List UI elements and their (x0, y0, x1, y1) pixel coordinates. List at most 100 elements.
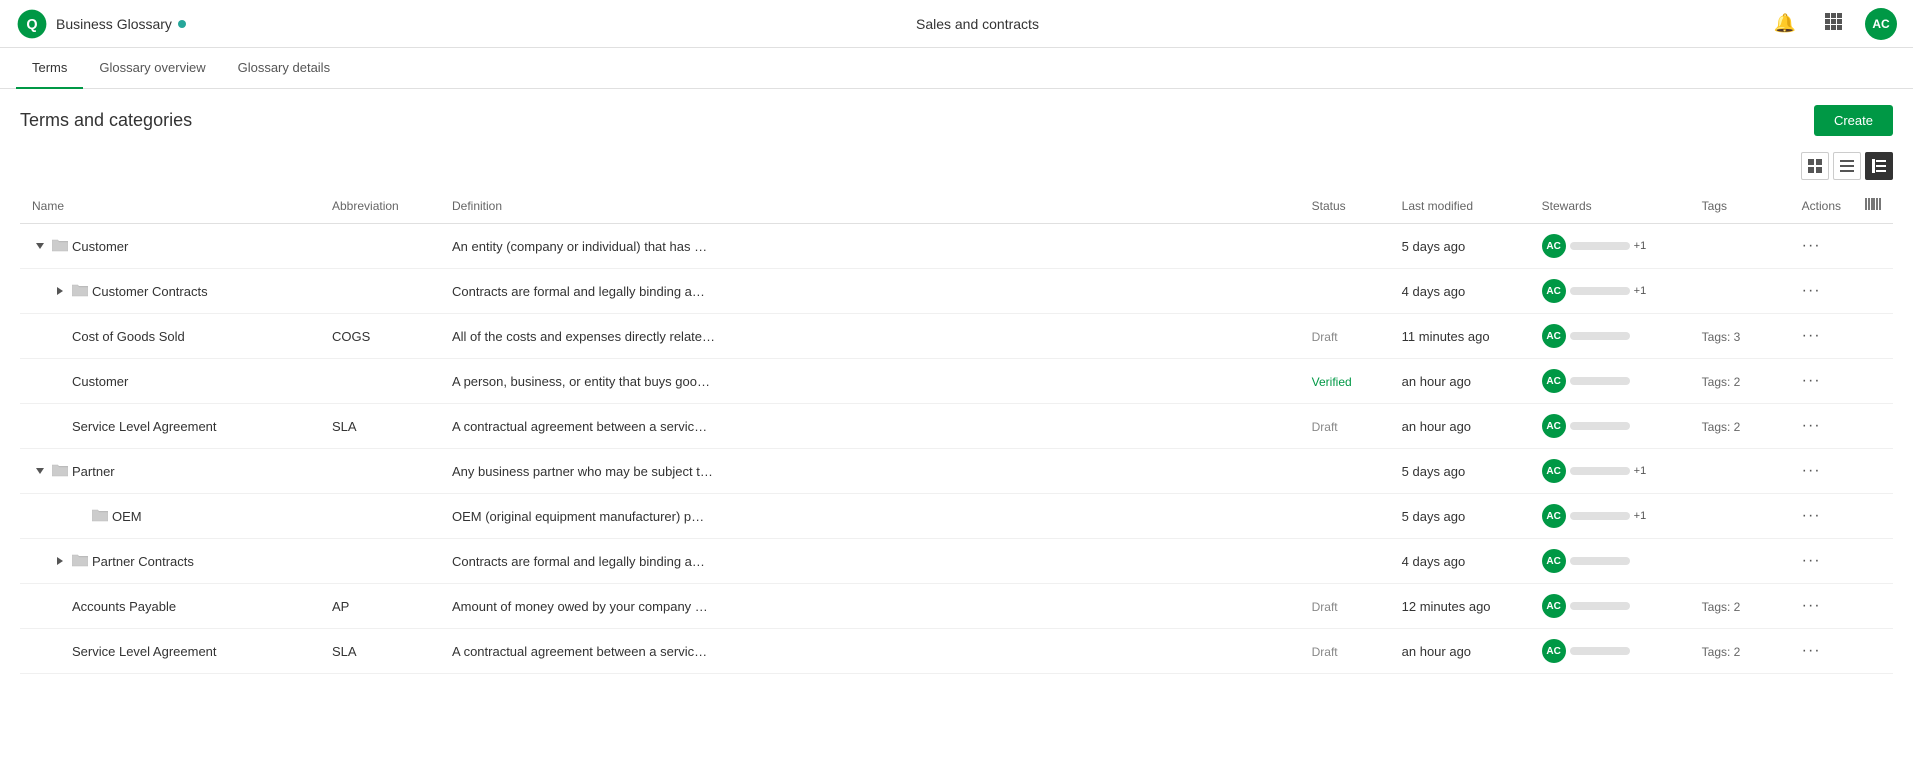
row-name: Customer (72, 374, 128, 389)
table-row: Service Level AgreementSLAA contractual … (20, 404, 1893, 449)
table-row: Service Level AgreementSLAA contractual … (20, 629, 1893, 674)
expand-button[interactable] (32, 463, 48, 479)
cell-definition: Any business partner who may be subject … (440, 449, 1300, 494)
app-name-label: Business Glossary (56, 16, 186, 32)
cell-status: Verified (1300, 359, 1390, 404)
row-actions-button[interactable]: ··· (1802, 237, 1821, 255)
grid-view-button[interactable] (1801, 152, 1829, 180)
row-name: Cost of Goods Sold (72, 329, 185, 344)
header-title: Sales and contracts (916, 16, 1039, 32)
cell-status (1300, 269, 1390, 314)
steward-avatar: AC (1542, 234, 1566, 258)
steward-avatar: AC (1542, 639, 1566, 663)
cell-status (1300, 449, 1390, 494)
cell-last-modified: an hour ago (1390, 359, 1530, 404)
page-title: Terms and categories (20, 110, 192, 131)
cell-settings (1853, 629, 1893, 674)
table-header-row: Name Abbreviation Definition Status Last… (20, 188, 1893, 224)
cell-definition: A contractual agreement between a servic… (440, 629, 1300, 674)
row-name: Service Level Agreement (72, 644, 217, 659)
row-actions-button[interactable]: ··· (1802, 507, 1821, 525)
cell-tags (1690, 494, 1790, 539)
steward-name-placeholder (1570, 512, 1630, 520)
detail-view-button[interactable] (1865, 152, 1893, 180)
steward-name-placeholder (1570, 422, 1630, 430)
cell-actions: ··· (1790, 494, 1853, 539)
tab-terms[interactable]: Terms (16, 48, 83, 89)
row-actions-button[interactable]: ··· (1802, 597, 1821, 615)
steward-avatar: AC (1542, 549, 1566, 573)
expand-button[interactable] (52, 283, 68, 299)
cell-stewards: AC (1530, 584, 1690, 629)
list-view-button[interactable] (1833, 152, 1861, 180)
row-name: Partner (72, 464, 115, 479)
folder-icon (72, 283, 88, 300)
table-row: Partner Contracts Contracts are formal an… (20, 539, 1893, 584)
cell-status: Draft (1300, 629, 1390, 674)
col-header-settings (1853, 188, 1893, 224)
cell-stewards: AC+1 (1530, 269, 1690, 314)
cell-actions: ··· (1790, 449, 1853, 494)
main-content: Terms and categories Create (0, 89, 1913, 690)
cell-status: Draft (1300, 584, 1390, 629)
cell-actions: ··· (1790, 269, 1853, 314)
steward-avatar: AC (1542, 459, 1566, 483)
row-actions-button[interactable]: ··· (1802, 642, 1821, 660)
row-actions-button[interactable]: ··· (1802, 282, 1821, 300)
tab-glossary-details[interactable]: Glossary details (222, 48, 346, 89)
cell-name: Cost of Goods Sold (20, 314, 320, 359)
cell-definition: Contracts are formal and legally binding… (440, 539, 1300, 584)
col-header-stewards: Stewards (1530, 188, 1690, 224)
col-header-name: Name (20, 188, 320, 224)
cell-tags (1690, 449, 1790, 494)
row-actions-button[interactable]: ··· (1802, 327, 1821, 345)
bell-icon: 🔔 (1774, 13, 1796, 34)
cell-settings (1853, 224, 1893, 269)
notifications-button[interactable]: 🔔 (1769, 8, 1801, 40)
cell-tags: Tags: 2 (1690, 359, 1790, 404)
steward-avatar: AC (1542, 369, 1566, 393)
folder-icon (52, 238, 68, 255)
table-row: OEMOEM (original equipment manufacturer)… (20, 494, 1893, 539)
cell-actions: ··· (1790, 584, 1853, 629)
col-header-status: Status (1300, 188, 1390, 224)
detail-view-icon (1872, 159, 1886, 173)
cell-name: OEM (20, 494, 320, 539)
status-badge: Draft (1312, 330, 1338, 344)
cell-tags (1690, 539, 1790, 584)
expand-button[interactable] (52, 553, 68, 569)
row-actions-button[interactable]: ··· (1802, 417, 1821, 435)
list-view-icon (1840, 159, 1854, 173)
create-button[interactable]: Create (1814, 105, 1893, 136)
grid-view-icon (1808, 159, 1822, 173)
steward-name-placeholder (1570, 467, 1630, 475)
cell-name: Accounts Payable (20, 584, 320, 629)
header-right: 🔔 AC (1769, 8, 1897, 40)
column-settings-button[interactable] (1865, 196, 1881, 215)
steward-avatar: AC (1542, 594, 1566, 618)
cell-definition: A contractual agreement between a servic… (440, 404, 1300, 449)
apps-grid-button[interactable] (1817, 8, 1849, 40)
status-indicator (178, 20, 186, 28)
tags-value: Tags: 2 (1702, 420, 1741, 434)
cell-definition: All of the costs and expenses directly r… (440, 314, 1300, 359)
row-name: Accounts Payable (72, 599, 176, 614)
user-avatar[interactable]: AC (1865, 8, 1897, 40)
cell-last-modified: 5 days ago (1390, 224, 1530, 269)
steward-name-placeholder (1570, 242, 1630, 250)
cell-abbreviation (320, 539, 440, 584)
row-actions-button[interactable]: ··· (1802, 552, 1821, 570)
cell-name: Partner Contracts (20, 539, 320, 584)
row-actions-button[interactable]: ··· (1802, 372, 1821, 390)
cell-settings (1853, 269, 1893, 314)
expand-button[interactable] (32, 238, 48, 254)
row-actions-button[interactable]: ··· (1802, 462, 1821, 480)
tab-glossary-overview[interactable]: Glossary overview (83, 48, 221, 89)
qlik-logo: Q (16, 8, 48, 40)
table-row: Cost of Goods SoldCOGSAll of the costs a… (20, 314, 1893, 359)
columns-settings-icon (1865, 196, 1881, 212)
cell-actions: ··· (1790, 224, 1853, 269)
cell-actions: ··· (1790, 404, 1853, 449)
cell-settings (1853, 539, 1893, 584)
row-name: Customer Contracts (92, 284, 208, 299)
